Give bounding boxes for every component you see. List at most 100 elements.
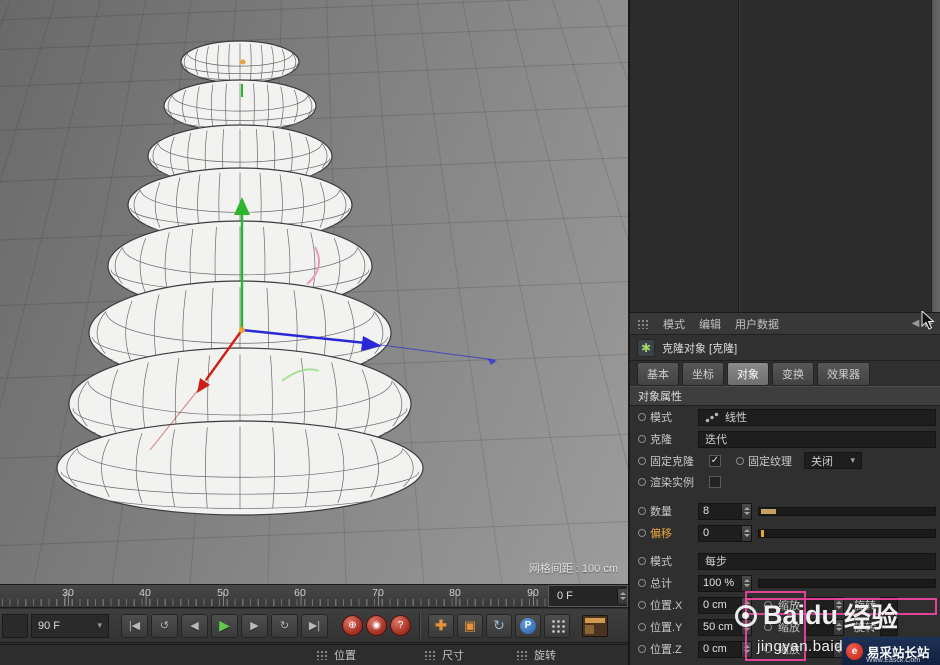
record-keyframe-button[interactable]: ⊕	[342, 615, 363, 636]
total-slider[interactable]	[758, 578, 936, 588]
animation-toolbar: 90 F ▾ |◀ ↺ ◀ ▶ ▶ ↻ ▶| ⊕ ◉ ? ✚ ▣ ↻ P	[0, 609, 628, 643]
anim-dot-icon[interactable]	[638, 456, 646, 465]
tab-effectors[interactable]: 效果器	[817, 361, 870, 386]
go-to-end-icon: ▶|	[308, 620, 321, 632]
offset-field[interactable]: 0	[698, 524, 752, 542]
render-instance-checkbox[interactable]	[709, 475, 721, 488]
mode-dropdown[interactable]: 线性	[698, 408, 936, 426]
ruler-tick-label: 60	[294, 587, 306, 599]
object-manager-area[interactable]	[630, 0, 940, 313]
next-key-icon: ↻	[279, 620, 290, 632]
slider-marker[interactable]	[761, 529, 764, 537]
anim-dot-icon[interactable]	[638, 557, 646, 565]
chevron-down-icon: ▾	[850, 455, 855, 465]
step-mode-label: 模式	[650, 556, 672, 568]
row-clone: 克隆 迭代	[630, 428, 940, 450]
tab-basic[interactable]: 基本	[637, 361, 679, 386]
anim-dot-icon[interactable]	[638, 601, 646, 609]
go-to-start-button[interactable]: |◀	[121, 613, 148, 638]
menu-mode[interactable]: 模式	[663, 316, 685, 332]
row-total: 总计 100 %	[630, 572, 940, 594]
timeline-ruler[interactable]: 30 40 50 60 70 80 90 0 F	[0, 584, 628, 608]
frame-range-value: 90 F	[38, 619, 61, 632]
clone-value: 迭代	[705, 434, 727, 446]
slider-handle[interactable]	[761, 508, 776, 514]
anim-dot-icon[interactable]	[638, 477, 646, 486]
next-key-button[interactable]: ↻	[271, 613, 298, 638]
count-spinner[interactable]	[741, 503, 751, 519]
tab-object[interactable]: 对象	[727, 361, 769, 386]
previous-key-button[interactable]: ↺	[151, 613, 178, 638]
move-tool-button[interactable]: ✚	[428, 613, 454, 638]
current-frame-field[interactable]: 0 F	[548, 585, 628, 607]
tab-coordinates[interactable]: 坐标	[682, 361, 724, 386]
go-to-end-button[interactable]: ▶|	[301, 613, 328, 638]
play-button[interactable]: ▶	[211, 613, 238, 638]
scrollbar[interactable]	[931, 0, 940, 312]
clone-label: 克隆	[650, 434, 672, 446]
grip-icon[interactable]	[637, 318, 649, 329]
grip-icon[interactable]	[424, 650, 436, 660]
history-back-icon[interactable]: ◀	[912, 318, 920, 329]
anim-dot-icon[interactable]	[638, 623, 646, 631]
total-spinner[interactable]	[741, 575, 751, 591]
frame-range-dropdown[interactable]: 90 F ▾	[31, 613, 109, 638]
total-label: 总计	[650, 578, 672, 590]
attribute-menubar: 模式 编辑 用户数据 ◀ ▶	[630, 313, 940, 335]
section-title: 对象属性	[638, 391, 682, 403]
easck-logo-icon: e	[846, 642, 863, 660]
position-header-label: 位置	[334, 650, 356, 662]
position-z-label: 位置.Z	[650, 644, 682, 656]
current-frame-spinner[interactable]	[617, 588, 627, 604]
record-keyframe-icon: ⊕	[348, 620, 357, 631]
site-badge: e 易采站长站 Www.Easck.Com	[842, 637, 940, 665]
anim-dot-icon[interactable]	[638, 413, 646, 421]
autokey-button[interactable]: ◉	[366, 615, 387, 636]
anim-dot-icon[interactable]	[736, 456, 744, 465]
count-value: 8	[703, 505, 710, 517]
anim-dot-icon[interactable]	[638, 529, 646, 537]
count-field[interactable]: 8	[698, 502, 752, 520]
menu-edit[interactable]: 编辑	[699, 316, 721, 332]
ruler-tick-label: 70	[372, 587, 384, 599]
viewport-canvas[interactable]	[0, 0, 628, 584]
fix-clone-checkbox[interactable]: ✓	[709, 454, 721, 467]
render-instance-label: 渲染实例	[650, 476, 694, 489]
layout-switch-button[interactable]	[582, 614, 608, 637]
grip-icon[interactable]	[516, 650, 528, 660]
step-mode-value: 每步	[705, 556, 727, 568]
object-title-row: ✱ 克隆对象 [克隆]	[630, 335, 940, 361]
history-forward-icon[interactable]: ▶	[925, 318, 933, 329]
anim-dot-icon[interactable]	[638, 579, 646, 587]
panel-divider[interactable]	[738, 0, 739, 312]
anim-dot-icon[interactable]	[638, 507, 646, 515]
offset-spinner[interactable]	[741, 525, 751, 541]
3d-viewport[interactable]: 网格间距 : 100 cm	[0, 0, 628, 584]
total-value: 100 %	[703, 577, 735, 589]
total-field[interactable]: 100 %	[698, 574, 752, 592]
linear-mode-icon	[705, 411, 719, 423]
previous-frame-icon: ◀	[190, 620, 199, 632]
coordinate-system-button[interactable]: P	[515, 613, 541, 638]
frame-offset-box[interactable]	[2, 613, 28, 638]
scale-tool-button[interactable]: ▣	[457, 613, 483, 638]
record-options-button[interactable]: ?	[390, 615, 411, 636]
key-selection-button[interactable]	[544, 613, 570, 638]
previous-frame-button[interactable]: ◀	[181, 613, 208, 638]
menu-userdata[interactable]: 用户数据	[735, 316, 779, 332]
clone-dropdown[interactable]: 迭代	[698, 430, 936, 448]
offset-slider[interactable]	[758, 528, 936, 538]
position-y-label: 位置.Y	[650, 622, 683, 634]
next-frame-button[interactable]: ▶	[241, 613, 268, 638]
count-slider[interactable]	[758, 506, 936, 516]
rotate-tool-button[interactable]: ↻	[486, 613, 512, 638]
tab-transform[interactable]: 变换	[772, 361, 814, 386]
grip-icon[interactable]	[316, 650, 328, 660]
step-mode-dropdown[interactable]: 每步	[698, 552, 936, 570]
chevron-down-icon: ▾	[97, 620, 102, 630]
fix-texture-dropdown[interactable]: 关闭 ▾	[804, 452, 862, 469]
anim-dot-icon[interactable]	[638, 435, 646, 443]
anim-dot-icon[interactable]	[638, 645, 646, 653]
attribute-manager-panel: 模式 编辑 用户数据 ◀ ▶ ✱ 克隆对象 [克隆] 基本 坐标 对象 变换 效…	[628, 0, 940, 665]
section-object-properties[interactable]: 对象属性	[630, 386, 940, 406]
